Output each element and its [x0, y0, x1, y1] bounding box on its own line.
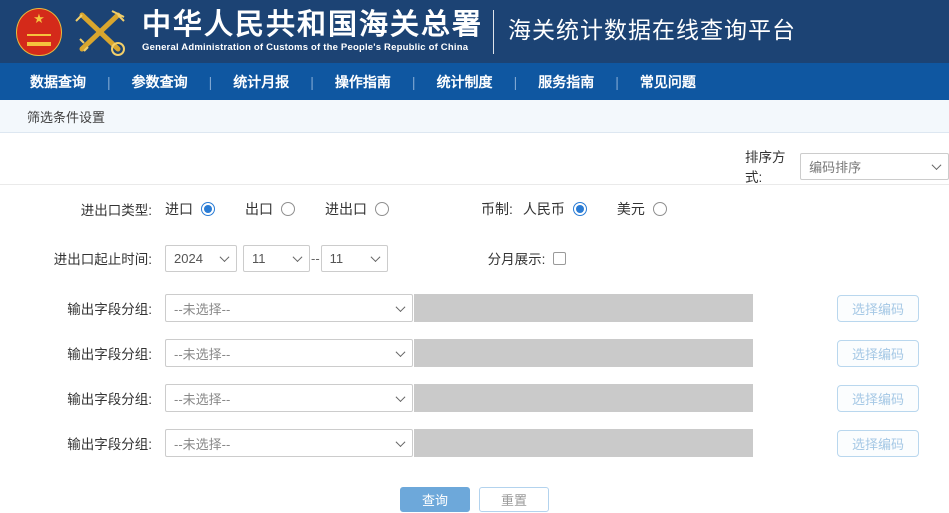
org-name-zh: 中华人民共和国海关总署 — [142, 10, 483, 40]
select-code-button-3[interactable]: 选择编码 — [837, 385, 919, 412]
radio-usd[interactable] — [653, 202, 667, 216]
action-buttons: 查询 重置 — [0, 487, 949, 512]
radio-option-import-export[interactable]: 进出口 — [325, 199, 389, 219]
field-group-label: 输出字段分组: — [0, 298, 165, 318]
field-group-label: 输出字段分组: — [0, 433, 165, 453]
radio-option-import[interactable]: 进口 — [165, 199, 215, 219]
chevron-down-icon — [932, 160, 942, 170]
main-nav: 数据查询 | 参数查询 | 统计月报 | 操作指南 | 统计制度 | 服务指南 … — [0, 63, 949, 100]
nav-item-param-query[interactable]: 参数查询 — [132, 72, 188, 92]
filter-section-bar: 筛选条件设置 — [0, 100, 949, 133]
field-group-row-1: 输出字段分组: --未选择-- 选择编码 — [0, 294, 949, 322]
field-group-select-4[interactable]: --未选择-- — [165, 429, 413, 457]
field-group-codes-input-3[interactable] — [414, 384, 753, 412]
sort-select[interactable]: 编码排序 — [800, 153, 949, 180]
radio-import-selected[interactable] — [201, 202, 215, 216]
field-group-row-4: 输出字段分组: --未选择-- 选择编码 — [0, 429, 949, 457]
field-group-select-3[interactable]: --未选择-- — [165, 384, 413, 412]
radio-import-export[interactable] — [375, 202, 389, 216]
date-range-separator: -- — [311, 251, 320, 266]
national-emblem-icon: ★ — [16, 8, 62, 56]
platform-title: 海关统计数据在线查询平台 — [508, 11, 796, 45]
select-code-button-2[interactable]: 选择编码 — [837, 340, 919, 367]
radio-option-usd[interactable]: 美元 — [617, 199, 667, 219]
monthly-display-checkbox[interactable] — [553, 252, 566, 265]
currency-label: 币制: — [481, 199, 513, 219]
field-group-codes-input-1[interactable] — [414, 294, 753, 322]
start-month-value: 11 — [252, 251, 266, 266]
monthly-display-label: 分月展示: — [488, 248, 546, 268]
nav-item-faq[interactable]: 常见问题 — [640, 72, 696, 92]
year-select[interactable]: 2024 — [165, 245, 237, 272]
field-group-row-3: 输出字段分组: --未选择-- 选择编码 — [0, 384, 949, 412]
nav-item-statistics-system[interactable]: 统计制度 — [437, 72, 493, 92]
radio-rmb-selected[interactable] — [573, 202, 587, 216]
chevron-down-icon — [396, 437, 406, 447]
start-month-select[interactable]: 11 — [243, 245, 310, 272]
field-group-row-2: 输出字段分组: --未选择-- 选择编码 — [0, 339, 949, 367]
customs-key-icon — [72, 5, 130, 59]
chevron-down-icon — [370, 252, 380, 262]
nav-separator: | — [412, 74, 416, 90]
chevron-down-icon — [396, 392, 406, 402]
sort-row: 排序方式: 编码排序 — [0, 133, 949, 185]
year-select-value: 2024 — [174, 251, 203, 266]
query-button[interactable]: 查询 — [400, 487, 470, 512]
sort-label: 排序方式: — [745, 146, 793, 186]
field-group-label: 输出字段分组: — [0, 388, 165, 408]
nav-item-operation-guide[interactable]: 操作指南 — [335, 72, 391, 92]
nav-separator: | — [514, 74, 518, 90]
date-range-label: 进出口起止时间: — [0, 248, 165, 268]
org-title-block: 中华人民共和国海关总署 General Administration of Cu… — [142, 10, 483, 53]
nav-item-service-guide[interactable]: 服务指南 — [538, 72, 594, 92]
chevron-down-icon — [396, 347, 406, 357]
select-code-button-4[interactable]: 选择编码 — [837, 430, 919, 457]
select-code-button-1[interactable]: 选择编码 — [837, 295, 919, 322]
nav-item-data-query[interactable]: 数据查询 — [30, 72, 86, 92]
header-divider — [493, 10, 494, 54]
nav-separator: | — [615, 74, 619, 90]
nav-separator: | — [310, 74, 314, 90]
date-range-row: 进出口起止时间: 2024 11 -- 11 分月展示: — [0, 244, 949, 272]
trade-type-label: 进出口类型: — [0, 199, 165, 219]
radio-option-rmb[interactable]: 人民币 — [523, 199, 587, 219]
monthly-display-group: 分月展示: — [488, 248, 567, 268]
field-group-codes-input-2[interactable] — [414, 339, 753, 367]
nav-separator: | — [209, 74, 213, 90]
currency-group: 币制: 人民币 美元 — [481, 199, 697, 219]
nav-item-monthly-report[interactable]: 统计月报 — [233, 72, 289, 92]
nav-separator: | — [107, 74, 111, 90]
page: ★ 中华人民共和国海关总署 General Administration of … — [0, 0, 949, 513]
field-group-label: 输出字段分组: — [0, 343, 165, 363]
org-name-en: General Administration of Customs of the… — [142, 42, 483, 53]
field-group-codes-input-4[interactable] — [414, 429, 753, 457]
chevron-down-icon — [293, 252, 303, 262]
field-group-select-1[interactable]: --未选择-- — [165, 294, 413, 322]
chevron-down-icon — [396, 302, 406, 312]
header: ★ 中华人民共和国海关总署 General Administration of … — [0, 0, 949, 63]
radio-export[interactable] — [281, 202, 295, 216]
end-month-select[interactable]: 11 — [321, 245, 388, 272]
reset-button[interactable]: 重置 — [479, 487, 549, 512]
sort-select-value: 编码排序 — [809, 157, 861, 176]
radio-option-export[interactable]: 出口 — [245, 199, 295, 219]
field-group-select-2[interactable]: --未选择-- — [165, 339, 413, 367]
filter-section-title: 筛选条件设置 — [27, 107, 105, 126]
trade-type-row: 进出口类型: 进口 出口 进出口 币制: 人民币 美元 — [0, 198, 949, 220]
chevron-down-icon — [220, 252, 230, 262]
field-group-rows: 输出字段分组: --未选择-- 选择编码 输出字段分组: --未选择-- 选择编… — [0, 294, 949, 457]
end-month-value: 11 — [330, 251, 344, 266]
